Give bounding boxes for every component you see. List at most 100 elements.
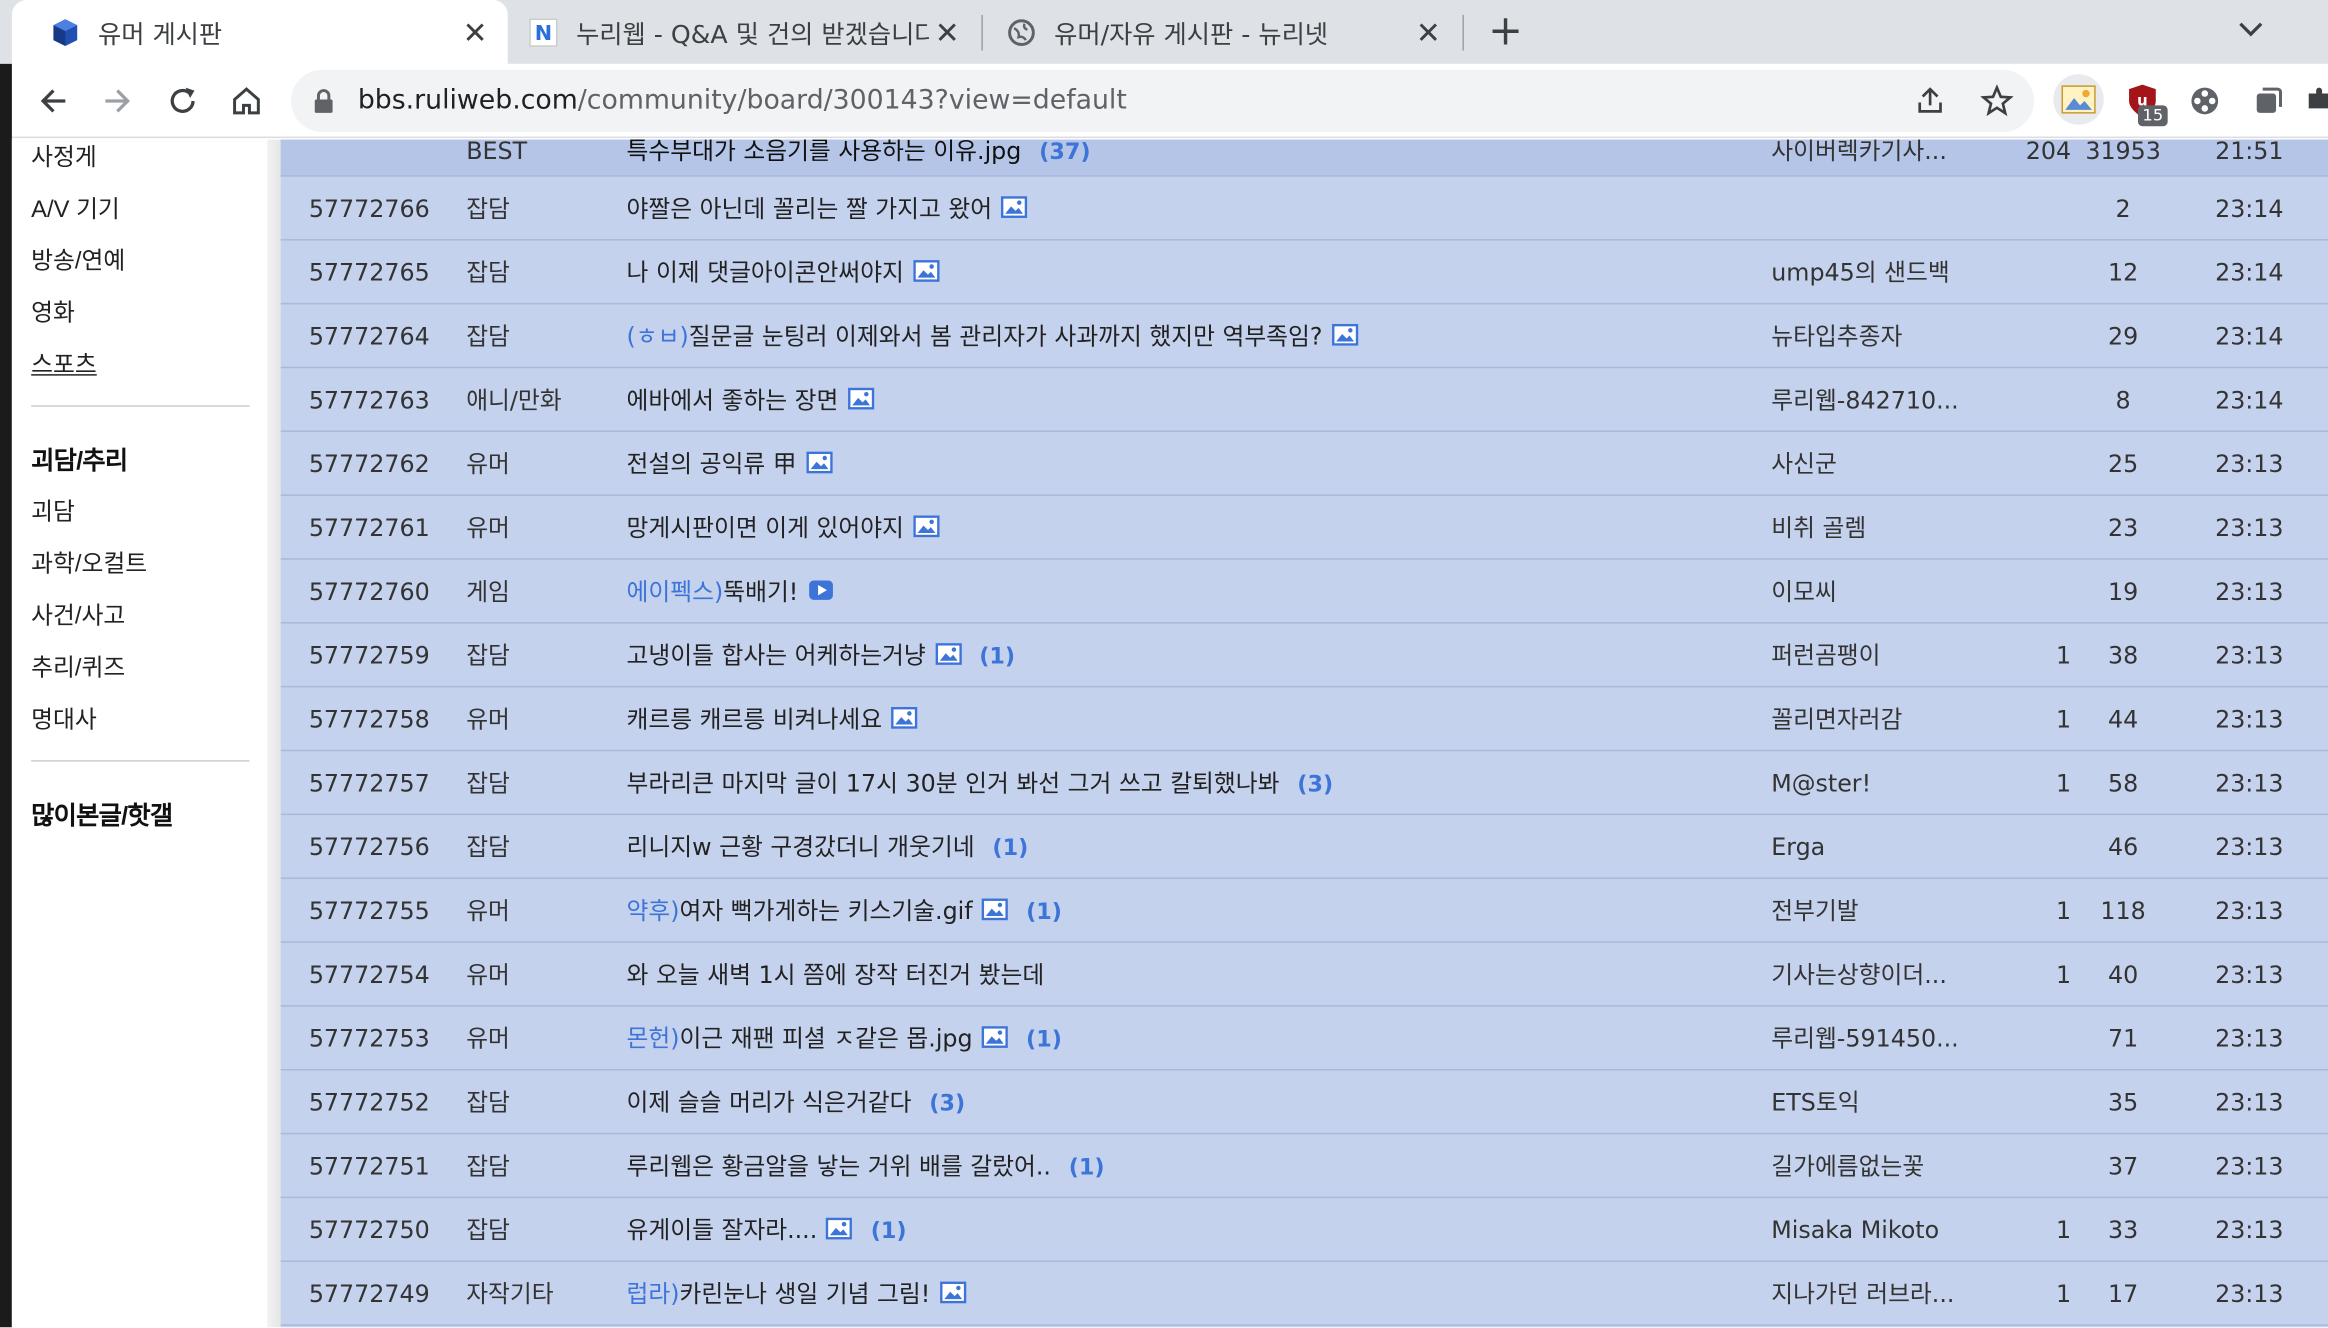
post-author[interactable]: 꼴리면자러감 [1771,687,1979,751]
post-author[interactable]: M@ster! [1771,751,1979,815]
post-author[interactable]: ETS토익 [1771,1070,1979,1134]
post-title-link[interactable]: 전설의 공익류 甲 [627,432,850,496]
comment-count[interactable]: (37) [1039,140,1090,165]
table-row[interactable]: 57772755 유머 약후)여자 뻑가게하는 키스기술.gif (1) 전부기발 1 11… [280,879,2328,943]
tab-nyurinet[interactable]: 유머/자유 게시판 - 뉴리넷 ✕ [983,0,1461,64]
post-title-link[interactable]: 이제 슬슬 머리가 식은거같다 (3) [627,1070,966,1134]
table-row[interactable]: 57772761 유머 망게시판이면 이게 있어야지 비취 골렘 23 23:13 [280,496,2328,560]
comment-count[interactable]: (1) [992,834,1028,861]
post-recommend: 1 [2056,641,2072,670]
comment-count[interactable]: (3) [1297,771,1333,798]
tab-nuriweb-qa[interactable]: N 누리웹 - Q&A 및 건의 받겠습니다 ✕ [508,0,980,64]
tab-copy-button[interactable] [2245,77,2293,125]
post-author[interactable]: 비취 골렘 [1771,496,1979,560]
post-title-link[interactable]: 부라리큰 마지막 글이 17시 30분 인거 봐선 그거 쓰고 칼퇴했나봐 (3) [627,751,1334,815]
new-tab-button[interactable]: + [1482,8,1530,57]
comment-count[interactable]: (1) [1026,898,1062,925]
film-extension-button[interactable] [2181,77,2229,125]
post-author[interactable]: ump45의 샌드백 [1771,241,1979,305]
table-row[interactable]: 57772753 유머 몬헌)이근 재팬 피셜 ㅈ같은 몹.jpg (1) 루리웹-59… [280,1007,2328,1071]
post-title-link[interactable]: 망게시판이면 이게 있어야지 [627,496,958,560]
post-title: 카린눈나 생일 기념 그림! [679,1279,931,1309]
table-row[interactable]: 57772760 게임 에이펙스)뚝배기! 이모씨 19 23:13 [280,560,2328,624]
sidebar-heading-popular[interactable]: 많이본글/핫갤 [31,794,173,831]
post-author[interactable] [1771,177,1979,241]
sidebar-item-ghost[interactable]: 괴담 [31,491,75,527]
comment-count[interactable]: (1) [979,643,1015,670]
address-bar[interactable]: bbs.ruliweb.com/community/board/300143?v… [291,69,2035,133]
post-author[interactable]: 뉴타입추종자 [1771,304,1979,368]
post-author[interactable]: 기사는상향이더... [1771,943,1979,1007]
sidebar-item-quotes[interactable]: 명대사 [31,699,97,735]
sidebar-heading-horror[interactable]: 괴담/추리 [31,439,128,476]
post-title-link[interactable]: 럽라)카린눈나 생일 기념 그림! [627,1262,984,1326]
sidebar-item-movie[interactable]: 영화 [31,292,75,328]
close-icon[interactable]: ✕ [457,14,493,50]
table-row[interactable]: 57772752 잡담 이제 슬슬 머리가 식은거같다 (3) ETS토익 35 23:13 [280,1070,2328,1135]
post-author[interactable]: 퍼런곰팽이 [1771,624,1979,688]
table-row[interactable]: 57772763 애니/만화 에바에서 좋하는 장면 루리웹-842710... 8 23… [280,368,2328,433]
post-title-link[interactable]: 루리웹은 황금알을 낳는 거위 배를 갈랐어.. (1) [627,1134,1105,1198]
post-author[interactable]: 이모씨 [1771,560,1979,624]
comment-count[interactable]: (1) [1069,1154,1105,1181]
table-row[interactable]: 57772750 잡담 유게이들 잘자라.... (1) Misaka Mikoto 1 3… [280,1198,2328,1262]
table-row[interactable]: 57772765 잡담 나 이제 댓글아이콘안써야지 ump45의 샌드백 12 23:1… [280,241,2328,305]
close-icon[interactable]: ✕ [1410,14,1446,50]
post-title-link[interactable]: 고냉이들 합사는 어케하는거냥 (1) [627,624,1016,688]
forward-button[interactable] [94,77,142,125]
table-row[interactable]: 57772749 자작기타 럽라)카린눈나 생일 기념 그림! 지나가던 러브라...… [280,1262,2328,1326]
sidebar-item-broadcast[interactable]: 방송/연예 [31,241,125,277]
post-author[interactable]: Misaka Mikoto [1771,1198,1979,1262]
sidebar-item-av[interactable]: A/V 기기 [31,189,120,225]
table-row[interactable]: 57772756 잡담 리니지w 근황 구경갔더니 개웃기네 (1) Erga 46 23:… [280,815,2328,879]
comment-count[interactable]: (3) [929,1090,965,1117]
lock-icon[interactable] [312,88,336,115]
star-bookmark-icon[interactable] [1980,84,2014,118]
post-title-link[interactable]: 에이펙스)뚝배기! [627,560,852,624]
puzzle-extensions-button[interactable] [2304,77,2328,125]
url-text[interactable]: bbs.ruliweb.com/community/board/300143?v… [358,85,1127,116]
sidebar-item-sajeongge[interactable]: 사정게 [31,137,97,173]
post-author[interactable]: 루리웹-591450... [1771,1007,1979,1071]
post-title: 뚝배기! [723,577,799,606]
table-row[interactable]: 57772764 잡담 (ㅎㅂ)질문글 눈팅러 이제와서 봄 관리자가 사과까지 했… [280,304,2328,369]
post-author[interactable]: Erga [1771,815,1979,879]
post-title-link[interactable]: (ㅎㅂ)질문글 눈팅러 이제와서 봄 관리자가 사과까지 했지만 역부족임? [627,304,1376,368]
comment-count[interactable]: (1) [1026,1026,1062,1053]
table-row[interactable]: 57772766 잡담 야짤은 아닌데 꼴리는 짤 가지고 왔어 2 23:14 [280,177,2328,241]
post-title-link[interactable]: 리니지w 근황 구경갔더니 개웃기네 (1) [627,815,1029,879]
reload-button[interactable] [159,77,207,125]
home-button[interactable] [223,77,271,125]
sidebar-item-incident[interactable]: 사건/사고 [31,595,125,631]
post-author[interactable]: 지나가던 러브라... [1771,1262,1979,1326]
post-title-link[interactable]: 약후)여자 뻑가게하는 키스기술.gif (1) [627,879,1062,943]
back-button[interactable] [30,77,78,125]
post-author[interactable]: 사신군 [1771,432,1979,496]
table-row[interactable]: 57772762 유머 전설의 공익류 甲 사신군 25 23:13 [280,432,2328,496]
tab-humor-board[interactable]: 유머 게시판 ✕ [11,0,508,64]
sidebar-item-quiz[interactable]: 추리/퀴즈 [31,647,125,683]
tab-search-button[interactable] [2230,9,2272,51]
close-icon[interactable]: ✕ [929,14,965,50]
best-post-row[interactable]: BEST 특수부대가 소음기를 사용하는 이유.jpg (37) 사이버렉카기사.… [280,139,2328,177]
post-title-link[interactable]: 나 이제 댓글아이콘안써야지 [627,241,958,305]
comment-count[interactable]: (1) [871,1217,907,1244]
post-title-link[interactable]: 에바에서 좋하는 장면 [627,368,892,432]
post-title-link[interactable]: 몬헌)이근 재팬 피셜 ㅈ같은 몹.jpg (1) [627,1007,1062,1071]
post-author[interactable]: 루리웹-842710... [1771,368,1979,432]
post-title-link[interactable]: 캐르릉 캐르릉 비켜나세요 [627,687,936,751]
sidebar-item-science[interactable]: 과학/오컬트 [31,543,147,579]
table-row[interactable]: 57772758 유머 캐르릉 캐르릉 비켜나세요 꼴리면자러감 1 44 23:13 [280,687,2328,752]
table-row[interactable]: 57772759 잡담 고냉이들 합사는 어케하는거냥 (1) 퍼런곰팽이 1 38 23:1… [280,624,2328,688]
sidebar-item-sports[interactable]: 스포츠 [31,344,97,380]
share-icon[interactable] [1914,85,1947,118]
post-title-link[interactable]: 와 오늘 새벽 1시 쯤에 장작 터진거 봤는데 [627,943,1062,1007]
post-author[interactable]: 전부기발 [1771,879,1979,943]
post-title-link[interactable]: 유게이들 잘자라.... (1) [627,1198,907,1262]
post-title-link[interactable]: 야짤은 아닌데 꼴리는 짤 가지고 왔어 [627,177,1046,241]
table-row[interactable]: 57772751 잡담 루리웹은 황금알을 낳는 거위 배를 갈랐어.. (1) 길가에… [280,1134,2328,1199]
post-author[interactable]: 길가에름없는꽃 [1771,1134,1979,1198]
table-row[interactable]: 57772754 유머 와 오늘 새벽 1시 쯤에 장작 터진거 봤는데 기사는상향이… [280,943,2328,1007]
extension-image-button[interactable] [2053,74,2104,125]
table-row[interactable]: 57772757 잡담 부라리큰 마지막 글이 17시 30분 인거 봐선 그거 쓰… [280,751,2328,816]
